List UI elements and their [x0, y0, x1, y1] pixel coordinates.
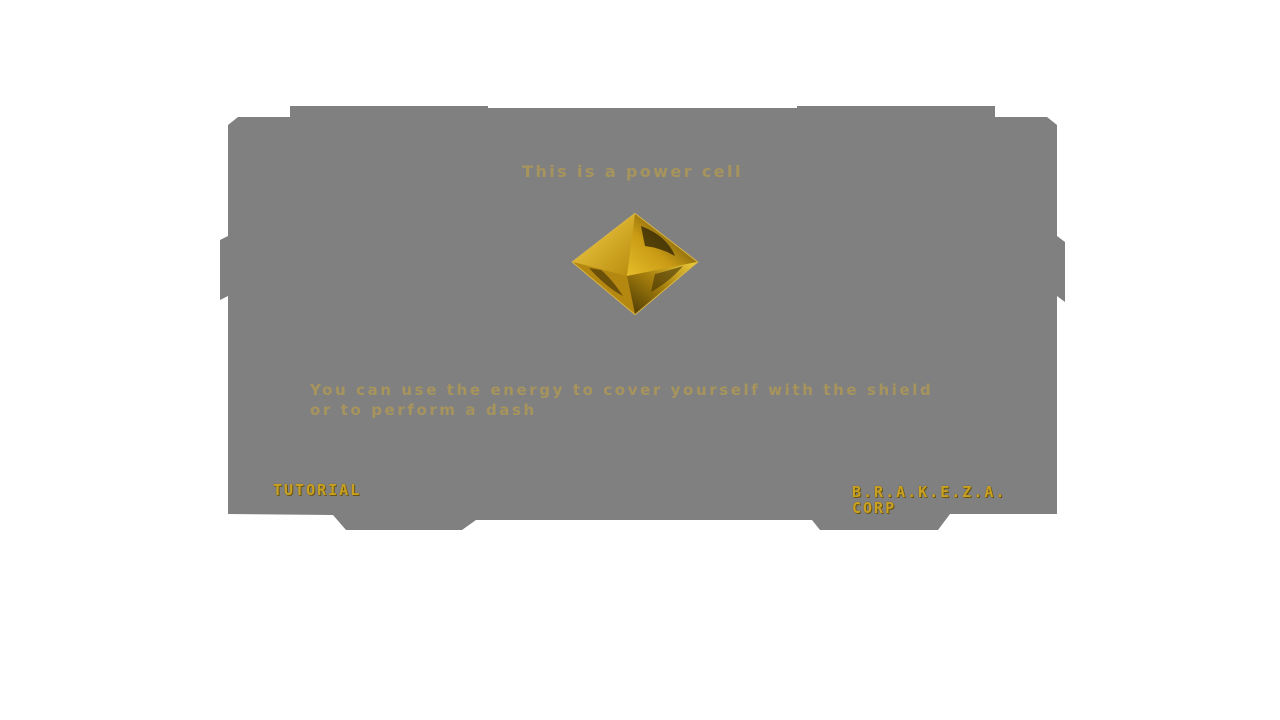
tutorial-label: TUTORIAL — [273, 481, 362, 499]
tutorial-description-line: or to perform a dash — [310, 401, 537, 419]
panel-right-ear — [1057, 236, 1065, 302]
tutorial-description-line: You can use the energy to cover yourself… — [310, 381, 934, 399]
tutorial-title: This is a power cell — [522, 162, 743, 181]
game-screen: This is a power cell You can use the ene… — [0, 0, 1280, 720]
tutorial-description: You can use the energy to cover yourself… — [310, 380, 1010, 420]
panel-left-ear — [220, 236, 228, 300]
brand-logo: B.R.A.K.E.Z.A. CORP — [852, 484, 1006, 516]
brand-suffix: CORP — [852, 499, 897, 517]
tutorial-panel — [220, 106, 1065, 530]
power-cell-icon — [571, 212, 699, 316]
brand-name: B.R.A.K.E.Z.A. — [852, 483, 1007, 501]
